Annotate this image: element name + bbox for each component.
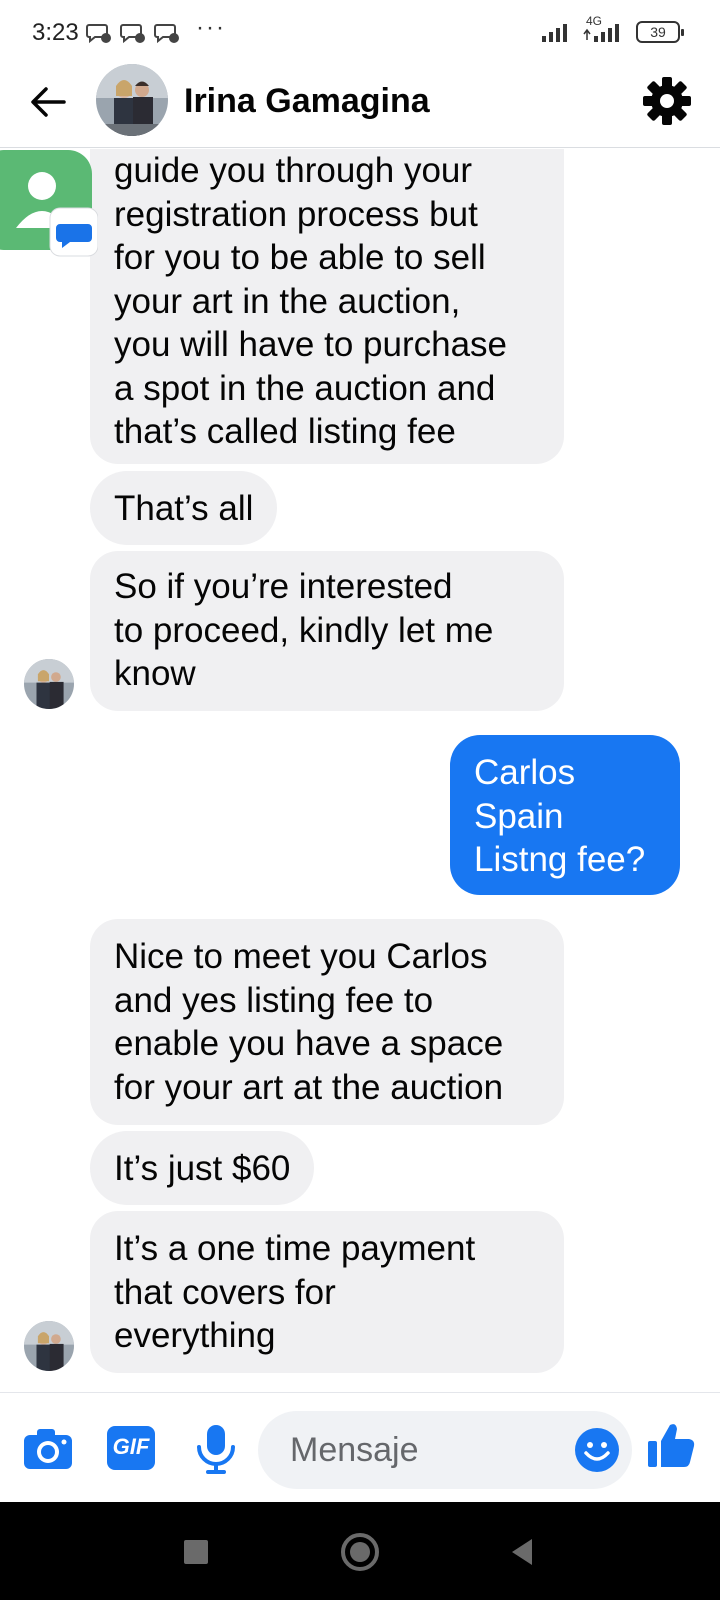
status-time: 3:23 [32, 19, 79, 46]
message-text: It’s just $60 [114, 1149, 291, 1188]
gear-icon[interactable] [642, 76, 692, 126]
back-arrow-icon[interactable] [26, 80, 70, 124]
battery-indicator: 39 [636, 21, 684, 43]
message-text: It’s a one time payment that covers for … [114, 1229, 476, 1355]
messenger-notification-icon [154, 24, 179, 44]
message-bubble[interactable]: It’s just $60 [90, 1131, 315, 1205]
avatar-photo [96, 64, 168, 136]
system-indicators: 4G 39 [542, 14, 684, 44]
my-message-bubble[interactable]: Carlos Spain Listng fee? [450, 735, 680, 895]
message-bubble[interactable]: That’s all [90, 471, 278, 545]
conversation-header: Irina Gamagina [0, 62, 720, 148]
contact-avatar-small[interactable] [24, 659, 74, 709]
message-input-container[interactable] [258, 1411, 632, 1489]
message-text: Carlos Spain Listng fee? [474, 753, 646, 879]
square-nav-icon[interactable] [174, 1530, 218, 1574]
gif-button[interactable]: GIF [106, 1423, 156, 1473]
signal-4g-icon: 4G [582, 14, 626, 44]
circle-nav-icon[interactable] [338, 1530, 382, 1574]
signal-icon [542, 24, 567, 42]
message-text: So if you’re interested to proceed, kind… [114, 567, 494, 693]
message-input[interactable] [290, 1429, 550, 1471]
contact-avatar-small[interactable] [24, 1321, 74, 1371]
microphone-icon[interactable] [190, 1423, 242, 1475]
emoji-icon[interactable] [574, 1427, 620, 1473]
message-text: Nice to meet you Carlos and yes listing … [114, 937, 504, 1107]
status-bar: 3:23 ··· 4G 39 [0, 0, 720, 62]
contact-avatar[interactable] [96, 64, 168, 136]
message-text: That’s all [114, 489, 254, 528]
message-list[interactable]: guide you through your registration proc… [0, 149, 720, 1392]
messenger-notification-icon [86, 24, 111, 44]
network-type-label: 4G [586, 14, 603, 28]
contacts-app-bubble[interactable] [0, 150, 99, 260]
message-bubble[interactable]: So if you’re interested to proceed, kind… [90, 551, 564, 711]
gif-label: GIF [112, 1434, 150, 1459]
camera-icon[interactable] [22, 1423, 74, 1475]
avatar-photo [24, 659, 74, 709]
system-navigation-bar [0, 1502, 720, 1600]
message-bubble[interactable]: It’s a one time payment that covers for … [90, 1211, 564, 1373]
notification-icons [86, 22, 180, 44]
contacts-icon [0, 150, 99, 257]
triangle-nav-icon[interactable] [500, 1530, 544, 1574]
message-composer: GIF [0, 1392, 720, 1502]
thumbs-up-icon[interactable] [646, 1419, 698, 1471]
message-bubble[interactable]: guide you through your registration proc… [90, 149, 564, 464]
more-notifications-indicator: ··· [196, 14, 226, 41]
message-text: guide you through your registration proc… [114, 151, 507, 451]
avatar-photo [24, 1321, 74, 1371]
messenger-notification-icon [120, 24, 145, 44]
contact-name[interactable]: Irina Gamagina [184, 82, 430, 121]
message-bubble[interactable]: Nice to meet you Carlos and yes listing … [90, 919, 564, 1125]
